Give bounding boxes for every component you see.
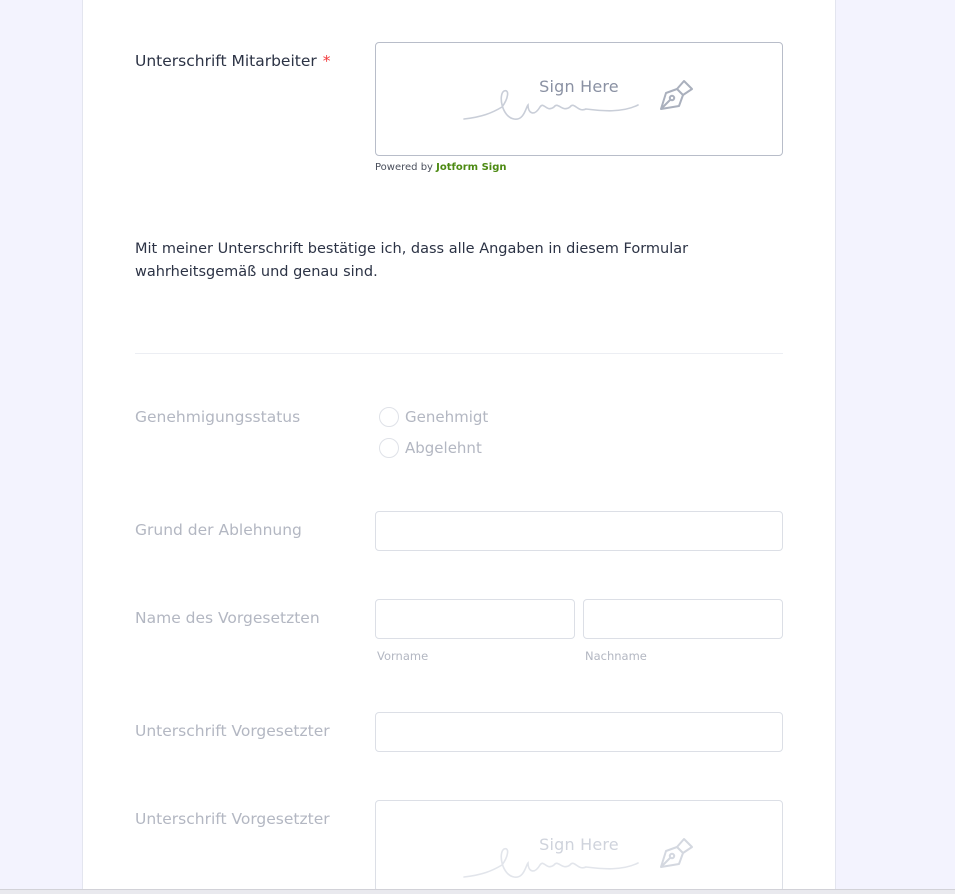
- rejection-reason-input[interactable]: [375, 511, 783, 551]
- employee-signature-label: Unterschrift Mitarbeiter *: [135, 52, 331, 70]
- supervisor-signature-pad[interactable]: Sign Here: [375, 800, 783, 892]
- first-name-sublabel: Vorname: [377, 649, 429, 663]
- confirmation-text: Mit meiner Unterschrift bestätige ich, d…: [135, 241, 689, 280]
- section-divider: [135, 353, 783, 354]
- last-name-sublabel: Nachname: [585, 649, 647, 663]
- employee-signature-pad[interactable]: Sign Here: [375, 42, 783, 156]
- supervisor-name-label: Name des Vorgesetzten: [135, 609, 320, 627]
- required-mark: *: [322, 52, 331, 70]
- employee-signature-label-text: Unterschrift Mitarbeiter: [135, 52, 317, 70]
- radio-rejected-label: Abgelehnt: [405, 439, 482, 457]
- form-card: Unterschrift Mitarbeiter * Sign Here Powe…: [82, 0, 836, 892]
- approval-status-label: Genehmigungsstatus: [135, 408, 301, 426]
- radio-approved-label: Genehmigt: [405, 408, 489, 426]
- jotform-sign-link[interactable]: Jotform Sign: [436, 162, 506, 173]
- powered-by: Powered by Jotform Sign: [375, 162, 507, 173]
- supervisor-signature-text-input[interactable]: [375, 712, 783, 752]
- supervisor-first-name-input[interactable]: [375, 599, 575, 639]
- radio-option-approved[interactable]: Genehmigt: [379, 407, 488, 427]
- pen-nib-icon: [660, 80, 693, 110]
- powered-by-text: Powered by: [375, 162, 433, 173]
- rejection-reason-label: Grund der Ablehnung: [135, 521, 302, 539]
- supervisor-signature-text-label: Unterschrift Vorgesetzter: [135, 722, 330, 740]
- radio-rejected[interactable]: [379, 438, 399, 458]
- radio-approved[interactable]: [379, 407, 399, 427]
- window-bottom-edge: [0, 889, 955, 894]
- radio-option-rejected[interactable]: Abgelehnt: [379, 438, 482, 458]
- supervisor-last-name-input[interactable]: [583, 599, 783, 639]
- supervisor-pen-nib-icon: [660, 838, 693, 868]
- supervisor-signature-pad-label: Unterschrift Vorgesetzter: [135, 810, 330, 828]
